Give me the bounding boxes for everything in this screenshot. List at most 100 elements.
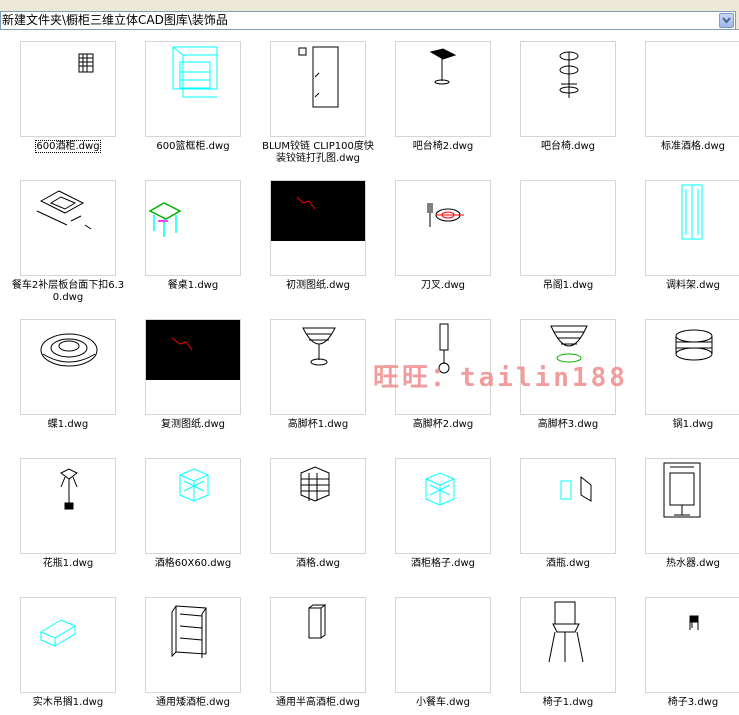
file-thumbnail[interactable] xyxy=(645,597,739,693)
file-name: 标准酒格.dwg xyxy=(660,141,726,152)
file-name-label[interactable]: 600篮框柜.dwg xyxy=(133,141,253,153)
file-thumbnail[interactable] xyxy=(645,458,739,554)
cad-thumbnail-icon xyxy=(40,333,98,367)
file-name-label[interactable]: 酒格.dwg xyxy=(258,558,378,570)
file-name-label[interactable]: 酒瓶.dwg xyxy=(508,558,628,570)
file-name: 吧台椅2.dwg xyxy=(412,141,474,152)
file-name: 花瓶1.dwg xyxy=(42,558,94,569)
file-name-label[interactable]: 小餐车.dwg xyxy=(383,697,503,709)
file-name-label[interactable]: 600酒柜.dwg xyxy=(8,140,128,153)
file-thumbnail[interactable] xyxy=(270,458,366,554)
cad-thumbnail-icon xyxy=(78,53,94,73)
file-name-label[interactable]: 高脚杯3.dwg xyxy=(508,419,628,431)
file-name-label[interactable]: 通用矮酒柜.dwg xyxy=(133,697,253,709)
file-name-label[interactable]: 吧台椅.dwg xyxy=(508,141,628,153)
file-name-label[interactable]: 初测图纸.dwg xyxy=(258,280,378,292)
address-combobox[interactable]: 新建文件夹\橱柜三维立体CAD图库\装饰品 xyxy=(0,11,736,30)
file-name-label[interactable]: 椅子3.dwg xyxy=(633,697,739,709)
file-name-label[interactable]: 实木吊搁1.dwg xyxy=(8,697,128,709)
cad-thumbnail-icon xyxy=(429,48,457,85)
file-thumbnail[interactable] xyxy=(20,597,116,693)
file-name-label[interactable]: 锅1.dwg xyxy=(633,419,739,431)
file-name: 餐桌1.dwg xyxy=(167,280,219,291)
file-name: 酒瓶.dwg xyxy=(545,558,591,569)
file-thumbnail[interactable] xyxy=(270,180,366,276)
cad-thumbnail-icon xyxy=(427,203,464,227)
file-name-label[interactable]: 餐车2补层板台面下扣6.30.dwg xyxy=(8,280,128,304)
file-name-label[interactable]: 餐桌1.dwg xyxy=(133,280,253,292)
file-thumbnail[interactable] xyxy=(395,597,491,693)
file-thumbnail[interactable] xyxy=(520,41,616,137)
file-thumbnail[interactable] xyxy=(395,458,491,554)
file-name: 调料架.dwg xyxy=(665,280,721,291)
file-name: BLUM铰链 CLIP100度快装铰链打孔图.dwg xyxy=(262,141,374,164)
file-name-label[interactable]: 通用半高酒柜.dwg xyxy=(258,697,378,709)
file-name: 锅1.dwg xyxy=(672,419,714,430)
file-name: 餐车2补层板台面下扣6.30.dwg xyxy=(11,280,125,303)
file-thumbnail[interactable] xyxy=(145,597,241,693)
file-thumbnail[interactable] xyxy=(20,41,116,137)
file-name: 实木吊搁1.dwg xyxy=(32,697,104,708)
cad-thumbnail-icon xyxy=(300,466,330,502)
file-name-label[interactable]: 蝶1.dwg xyxy=(8,419,128,431)
file-thumbnail[interactable] xyxy=(520,597,616,693)
file-thumbnail[interactable] xyxy=(20,458,116,554)
file-name-label[interactable]: 刀叉.dwg xyxy=(383,280,503,292)
file-name: 吊阁1.dwg xyxy=(542,280,594,291)
file-thumbnail[interactable] xyxy=(145,319,241,415)
file-thumbnail[interactable] xyxy=(145,180,241,276)
file-name-label[interactable]: 酒柜格子.dwg xyxy=(383,558,503,570)
file-name-label[interactable]: 吊阁1.dwg xyxy=(508,280,628,292)
file-thumbnail[interactable] xyxy=(270,597,366,693)
cad-thumbnail-icon xyxy=(681,184,703,240)
file-name: 蝶1.dwg xyxy=(47,419,89,430)
file-thumbnail[interactable] xyxy=(145,41,241,137)
file-name: 酒格60X60.dwg xyxy=(154,558,232,569)
cad-thumbnail-icon xyxy=(308,604,327,639)
file-thumbnail[interactable] xyxy=(270,319,366,415)
cad-thumbnail-icon xyxy=(179,468,209,502)
file-name-label[interactable]: BLUM铰链 CLIP100度快装铰链打孔图.dwg xyxy=(258,141,378,165)
file-name-label[interactable]: 花瓶1.dwg xyxy=(8,558,128,570)
file-name: 通用半高酒柜.dwg xyxy=(275,697,361,708)
file-thumbnail[interactable] xyxy=(145,458,241,554)
address-dropdown-button[interactable] xyxy=(719,13,734,28)
file-name-label[interactable]: 高脚杯1.dwg xyxy=(258,419,378,431)
file-thumbnail[interactable] xyxy=(520,180,616,276)
file-name: 酒格.dwg xyxy=(295,558,341,569)
cad-thumbnail-icon xyxy=(521,181,616,276)
file-thumbnail[interactable] xyxy=(645,319,739,415)
file-name-label[interactable]: 吧台椅2.dwg xyxy=(383,141,503,153)
file-name-label[interactable]: 酒格60X60.dwg xyxy=(133,558,253,570)
file-thumbnail[interactable] xyxy=(395,41,491,137)
file-name: 高脚杯3.dwg xyxy=(537,419,599,430)
file-thumbnail[interactable] xyxy=(645,41,739,137)
cad-thumbnail-icon xyxy=(148,202,182,237)
file-thumbnail[interactable] xyxy=(270,41,366,137)
file-name-label[interactable]: 热水器.dwg xyxy=(633,558,739,570)
file-thumbnail[interactable] xyxy=(20,319,116,415)
cad-thumbnail-icon xyxy=(146,320,240,380)
file-name-label[interactable]: 标准酒格.dwg xyxy=(633,141,739,153)
chevron-down-icon xyxy=(722,17,731,24)
cad-thumbnail-icon xyxy=(689,615,699,630)
cad-thumbnail-icon xyxy=(425,472,455,506)
cad-thumbnail-icon xyxy=(171,605,207,658)
file-thumbnail[interactable] xyxy=(395,180,491,276)
file-name: 高脚杯1.dwg xyxy=(287,419,349,430)
cad-thumbnail-icon xyxy=(646,42,739,137)
watermark: 旺旺：tailin188 xyxy=(373,363,628,393)
file-thumbnail[interactable] xyxy=(520,458,616,554)
file-thumbnail[interactable] xyxy=(20,180,116,276)
file-name-label[interactable]: 复测图纸.dwg xyxy=(133,419,253,431)
file-name: 小餐车.dwg xyxy=(415,697,471,708)
file-name-label[interactable]: 高脚杯2.dwg xyxy=(383,419,503,431)
file-thumbnail[interactable] xyxy=(645,180,739,276)
thumbnail-view[interactable]: 600酒柜.dwg 600篮框柜.dwg BLUM铰链 CLIP100度快装铰链打孔… xyxy=(0,31,739,715)
file-name: 600酒柜.dwg xyxy=(35,140,101,153)
cad-thumbnail-icon xyxy=(548,601,584,663)
file-name-label[interactable]: 椅子1.dwg xyxy=(508,697,628,709)
cad-thumbnail-icon xyxy=(36,190,92,230)
file-name-label[interactable]: 调料架.dwg xyxy=(633,280,739,292)
file-name: 复测图纸.dwg xyxy=(160,419,226,430)
